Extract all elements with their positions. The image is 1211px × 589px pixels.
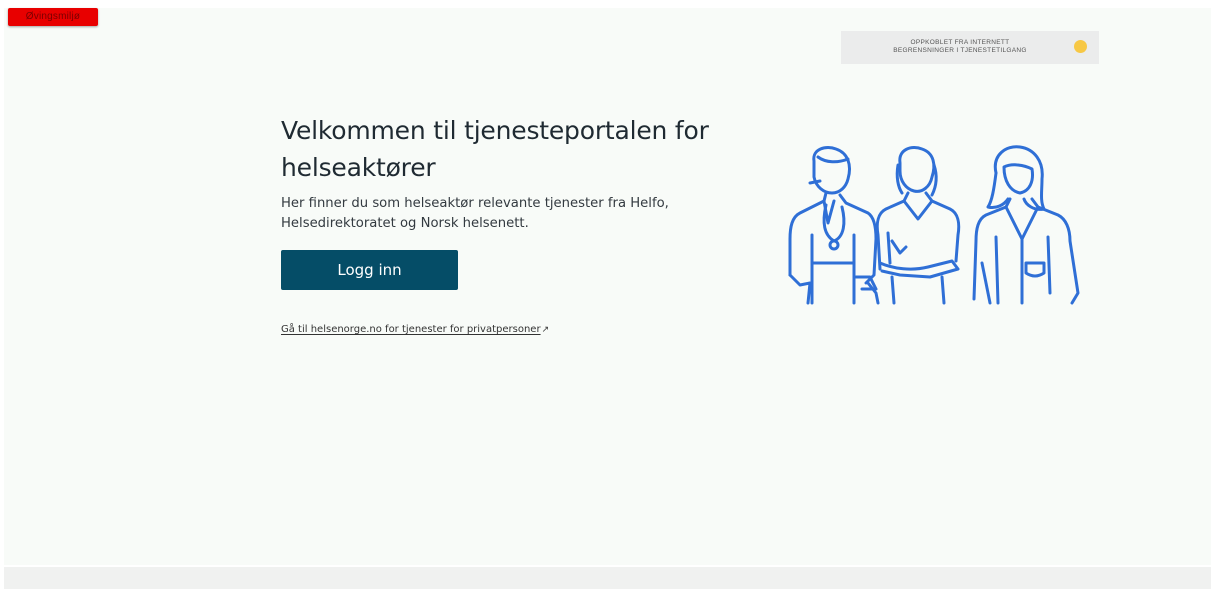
status-dot-icon [1074, 40, 1087, 53]
doctor-figure [788, 146, 880, 305]
page: Øvingsmiljø OPPKOBLET FRA INTERNETT BEGR… [0, 0, 1211, 589]
helsenorge-link-label: Gå til helsenorge.no for tjenester for p… [281, 324, 541, 335]
status-line-2: BEGRENSNINGER I TJENESTETILGANG [893, 47, 1027, 54]
external-link-icon: ↗ [541, 325, 550, 335]
female-doctor-figure [972, 145, 1080, 305]
login-button[interactable]: Logg inn [281, 250, 458, 290]
page-title: Velkommen til tjenesteportalen for helse… [281, 116, 709, 182]
intro-text: Her finner du som helseaktør relevante t… [281, 196, 669, 231]
nurse-figure [875, 146, 961, 305]
status-line-1: OPPKOBLET FRA INTERNETT [910, 39, 1010, 46]
status-text: OPPKOBLET FRA INTERNETT BEGRENSNINGER I … [855, 39, 1065, 55]
helsenorge-link[interactable]: Gå til helsenorge.no for tjenester for p… [281, 324, 549, 335]
footer-strip [4, 567, 1211, 589]
health-workers-illustration [788, 145, 1080, 305]
connection-status-banner: OPPKOBLET FRA INTERNETT BEGRENSNINGER I … [841, 31, 1099, 64]
environment-badge: Øvingsmiljø [8, 8, 98, 26]
